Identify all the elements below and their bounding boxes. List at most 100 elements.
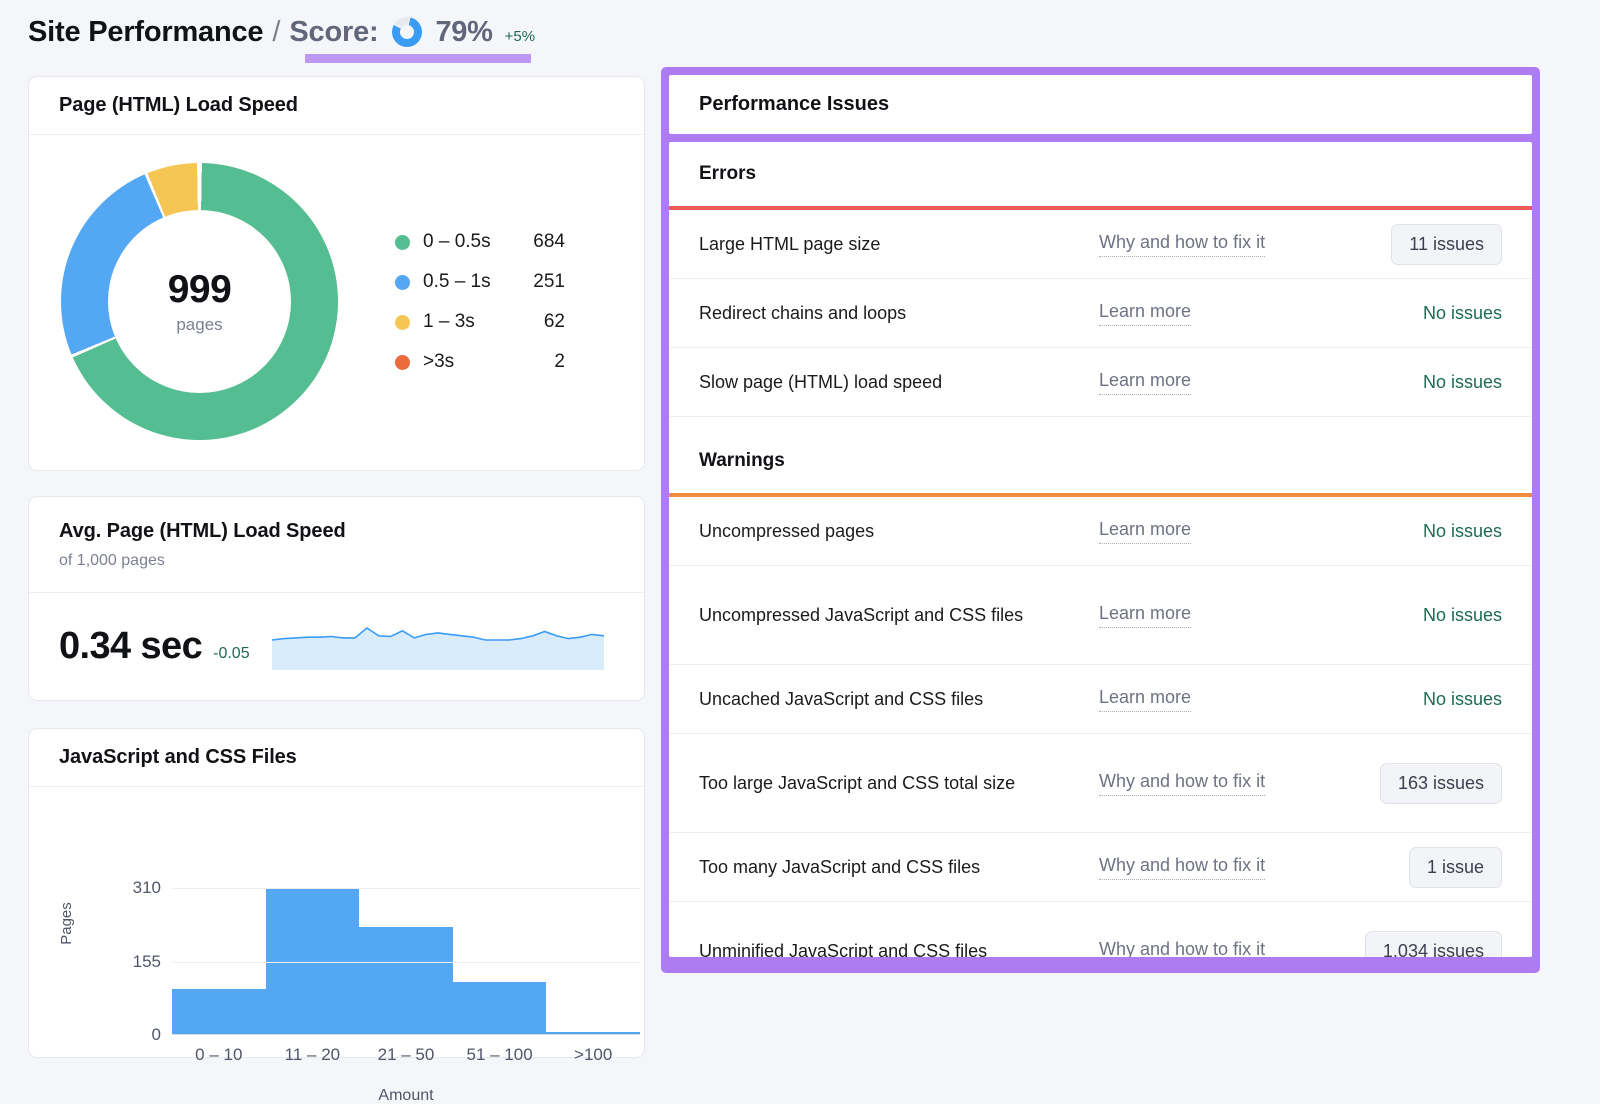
learn-more-link[interactable]: Learn more <box>1099 301 1191 326</box>
card-title: Avg. Page (HTML) Load Speed <box>59 520 346 543</box>
issue-status: 1,034 issues <box>1365 931 1502 957</box>
why-and-how-to-fix-it-link[interactable]: Why and how to fix it <box>1099 855 1265 880</box>
issue-name: Too many JavaScript and CSS files <box>699 852 1099 883</box>
score-label: Score: <box>289 16 378 49</box>
site-performance-dashboard: Site Performance / Score: 79% +5% Page (… <box>0 0 1600 1104</box>
y-axis-label: Pages <box>58 902 75 945</box>
legend-dot-icon <box>395 275 410 290</box>
donut-center-value: 999 <box>168 268 232 312</box>
issue-name: Uncompressed pages <box>699 516 1099 547</box>
avg-speed-value: 0.34 sec <box>59 625 202 668</box>
issue-status: No issues <box>1423 372 1502 393</box>
page-header: Site Performance / Score: 79% +5% <box>28 8 535 56</box>
y-tick-label: 0 <box>152 1025 161 1045</box>
issues-count-badge[interactable]: 163 issues <box>1380 763 1502 804</box>
issue-status: No issues <box>1423 521 1502 542</box>
donut-center: 999 pages <box>108 210 291 393</box>
issue-row: Uncached JavaScript and CSS filesLearn m… <box>669 665 1532 734</box>
issue-row: Uncompressed JavaScript and CSS filesLea… <box>669 566 1532 665</box>
legend-value: 684 <box>513 231 565 253</box>
issue-name: Redirect chains and loops <box>699 298 1099 329</box>
bar <box>172 989 266 1034</box>
x-tick-label: >100 <box>546 1045 640 1065</box>
no-issues-status: No issues <box>1423 303 1502 324</box>
learn-more-link[interactable]: Learn more <box>1099 687 1191 712</box>
learn-more-link[interactable]: Learn more <box>1099 370 1191 395</box>
why-and-how-to-fix-it-link[interactable]: Why and how to fix it <box>1099 232 1265 257</box>
y-tick-label: 155 <box>133 952 161 972</box>
no-issues-status: No issues <box>1423 689 1502 710</box>
page-load-speed-card: Page (HTML) Load Speed 999 pages 0 – 0.5… <box>28 76 645 471</box>
bar <box>453 982 547 1034</box>
x-tick-label: 21 – 50 <box>359 1045 453 1065</box>
bar <box>359 927 453 1034</box>
legend-item: 0 – 0.5s 684 <box>395 231 565 253</box>
issues-section-heading: Warnings <box>669 429 1532 493</box>
legend-label: >3s <box>423 351 513 373</box>
legend-label: 0.5 – 1s <box>423 271 513 293</box>
card-subtitle: of 1,000 pages <box>59 552 165 570</box>
why-and-how-to-fix-it-link[interactable]: Why and how to fix it <box>1099 939 1265 957</box>
issue-status: 11 issues <box>1391 224 1502 265</box>
issue-row: Redirect chains and loopsLearn more No is… <box>669 279 1532 348</box>
legend-dot-icon <box>395 235 410 250</box>
load-speed-donut-chart: 999 pages 0 – 0.5s 684 0.5 – 1s 251 1 – … <box>29 135 644 471</box>
donut-legend: 0 – 0.5s 684 0.5 – 1s 251 1 – 3s 62 >3s … <box>395 231 565 373</box>
performance-issues-title: Performance Issues <box>699 93 889 116</box>
no-issues-status: No issues <box>1423 372 1502 393</box>
legend-dot-icon <box>395 315 410 330</box>
why-and-how-to-fix-it-link[interactable]: Why and how to fix it <box>1099 771 1265 796</box>
issue-row: Too large JavaScript and CSS total sizeW… <box>669 734 1532 833</box>
issue-name: Slow page (HTML) load speed <box>699 367 1099 398</box>
issue-name: Uncached JavaScript and CSS files <box>699 684 1099 715</box>
issue-status: No issues <box>1423 605 1502 626</box>
issue-status: 163 issues <box>1380 763 1502 804</box>
gridline <box>172 888 640 889</box>
legend-item: >3s 2 <box>395 351 565 373</box>
issues-section-heading: Errors <box>669 142 1532 206</box>
learn-more-link[interactable]: Learn more <box>1099 519 1191 544</box>
x-tick-label: 11 – 20 <box>266 1045 360 1065</box>
page-title: Site Performance <box>28 16 263 49</box>
y-tick-label: 310 <box>133 878 161 898</box>
card-header: JavaScript and CSS Files <box>29 729 644 787</box>
issue-name: Unminified JavaScript and CSS files <box>699 936 1099 957</box>
highlight-underline <box>305 54 531 63</box>
x-axis-ticks: 0 – 1011 – 2021 – 5051 – 100>100 <box>172 1045 640 1065</box>
issues-count-badge[interactable]: 1 issue <box>1409 847 1502 888</box>
performance-issues-panel: Performance Issues ErrorsLarge HTML page… <box>661 67 1540 973</box>
no-issues-status: No issues <box>1423 521 1502 542</box>
issue-status: No issues <box>1423 689 1502 710</box>
legend-label: 1 – 3s <box>423 311 513 333</box>
card-header: Avg. Page (HTML) Load Speed of 1,000 pag… <box>29 497 644 593</box>
legend-dot-icon <box>395 355 410 370</box>
no-issues-status: No issues <box>1423 605 1502 626</box>
x-tick-label: 51 – 100 <box>453 1045 547 1065</box>
issues-count-badge[interactable]: 11 issues <box>1391 224 1502 265</box>
donut-center-label: pages <box>176 315 222 335</box>
avg-page-load-speed-card: Avg. Page (HTML) Load Speed of 1,000 pag… <box>28 496 645 701</box>
section-spacer <box>669 417 1532 429</box>
issue-name: Uncompressed JavaScript and CSS files <box>699 600 1099 631</box>
legend-label: 0 – 0.5s <box>423 231 513 253</box>
issues-count-badge[interactable]: 1,034 issues <box>1365 931 1502 957</box>
issue-row: Unminified JavaScript and CSS filesWhy a… <box>669 902 1532 957</box>
bar-series <box>172 887 640 1034</box>
legend-item: 0.5 – 1s 251 <box>395 271 565 293</box>
bar-plot-area <box>172 888 640 1035</box>
avg-speed-sparkline <box>272 624 604 670</box>
issue-name: Too large JavaScript and CSS total size <box>699 768 1099 799</box>
learn-more-link[interactable]: Learn more <box>1099 603 1191 628</box>
gridline <box>172 962 640 963</box>
title-separator: / <box>272 16 280 49</box>
legend-value: 251 <box>513 271 565 293</box>
x-axis-label: Amount <box>172 1087 640 1104</box>
legend-value: 62 <box>513 311 565 333</box>
x-axis-line <box>172 1034 640 1035</box>
score-donut-icon <box>392 17 422 47</box>
card-title: JavaScript and CSS Files <box>59 746 297 769</box>
performance-issues-header: Performance Issues <box>669 75 1532 134</box>
score-delta: +5% <box>505 28 535 45</box>
card-title: Page (HTML) Load Speed <box>59 94 298 117</box>
js-css-bar-chart: Pages 0155310 0 – 1011 – 2021 – 5051 – 1… <box>29 787 644 1057</box>
